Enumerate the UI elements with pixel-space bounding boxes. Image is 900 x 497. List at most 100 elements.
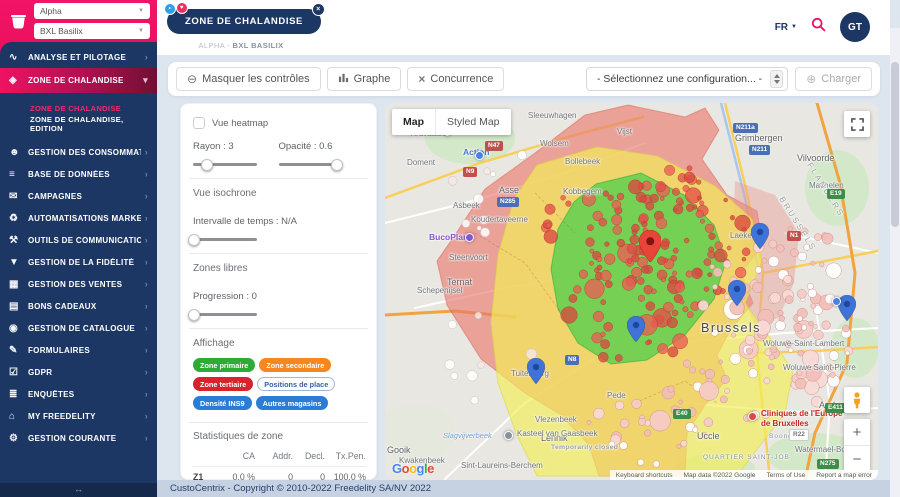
interval-slider[interactable] [193,238,257,241]
heatmap-label: Vue heatmap [212,118,268,129]
google-logo[interactable]: Google [392,461,434,476]
tab-badge-heart-icon: ♥ [176,2,188,14]
sidebar-item[interactable]: ⌂MY FREEDELITY› [0,405,157,427]
map-markers-layer [385,103,878,480]
selected-store-pin[interactable] [639,230,662,268]
chevron-icon: › [145,301,148,311]
map-zoom-control: + − [844,419,870,472]
configuration-select[interactable]: - Sélectionnez une configuration... - [586,67,788,91]
competition-button[interactable]: ×Concurrence [407,67,504,91]
store-pin[interactable] [751,223,769,254]
pegman-icon [851,392,863,409]
poi-shopping[interactable] [832,297,841,306]
page-scrollbar[interactable] [890,28,900,497]
heatmap-checkbox[interactable] [193,117,205,129]
zoom-out-button[interactable]: − [844,445,870,472]
pegman-control[interactable] [844,387,870,413]
sidebar-collapse[interactable]: ↔ [0,483,157,497]
chevron-icon: › [145,191,148,201]
radius-slider[interactable] [193,163,257,166]
sidebar-item[interactable]: ▤BONS CADEAUX› [0,295,157,317]
sidebar-item[interactable]: ☻GESTION DES CONSOMMATEURS› [0,141,157,163]
fullscreen-icon [851,118,864,131]
sidebar-item[interactable]: ☑GDPR› [0,361,157,383]
sidebar-item[interactable]: ♻AUTOMATISATIONS MARKETING› [0,207,157,229]
layer-pill[interactable]: Autres magasins [256,396,329,410]
sidebar: Alpha▼ BXL Basilix▼ ∿ANALYSE ET PILOTAGE… [0,0,157,497]
map-tab-styled-map[interactable]: Styled Map [435,109,511,135]
attribution-link[interactable]: Keyboard shortcuts [616,472,673,479]
poi-castle[interactable] [504,431,513,440]
sidebar-item[interactable]: ≣ENQUÊTES› [0,383,157,405]
tab-badge-blue-icon: • [164,3,176,15]
stats-column-header: Addr. [255,448,293,467]
gdpr-icon: ☑ [9,367,28,378]
attribution-link[interactable]: Report a map error [816,472,872,479]
consumers-icon: ☻ [9,147,28,158]
sidebar-item[interactable]: ✉CAMPAGNES› [0,185,157,207]
layer-pill[interactable]: Densité INS9 [193,396,252,410]
opacity-slider[interactable] [279,163,343,166]
sidebar-item[interactable]: ◉GESTION DE CATALOGUE› [0,317,157,339]
attribution-link[interactable]: Terms of Use [766,472,805,479]
chevron-icon: › [145,433,148,443]
sidebar-item[interactable]: ✎FORMULAIRES› [0,339,157,361]
avatar[interactable]: GT [840,12,870,42]
scrollbar-thumb[interactable] [891,62,899,227]
radius-label: Rayon : 3 [193,141,279,152]
progression-slider[interactable] [193,313,257,316]
map-tab-map[interactable]: Map [392,109,435,135]
sidebar-item[interactable]: ▦GESTION DES VENTES› [0,273,157,295]
progression-slider-thumb[interactable] [188,309,200,321]
tab-close-icon[interactable]: × [312,3,325,16]
sidebar-item[interactable]: ⚙GESTION COURANTE› [0,427,157,449]
attribution-link[interactable]: Map data ©2022 Google [684,472,756,479]
stats-header-row: CAAddr.Decl.Tx.Pen. [193,448,366,467]
sidebar-item[interactable]: ⚒OUTILS DE COMMUNICATION› [0,229,157,251]
catchment-map[interactable]: SleeuwhagenKravaalbosVijstDomentActionWo… [385,103,878,480]
graph-button[interactable]: Graphe [327,67,402,91]
sidebar-subitem[interactable]: ZONE DE CHALANDISE, EDITION [0,116,157,132]
radius-slider-thumb[interactable] [201,159,213,171]
sidebar-item[interactable]: ▼GESTION DE LA FIDÉLITÉ› [0,251,157,273]
sidebar-item[interactable]: ∿ANALYSE ET PILOTAGE› [0,46,157,68]
store-pin[interactable] [527,358,545,389]
store-pin[interactable] [728,280,746,311]
layer-pill[interactable]: Positions de place [257,377,335,391]
sidebar-item-label: GESTION DE CATALOGUE [28,324,141,333]
cross-swords-icon: × [418,72,425,86]
store-select[interactable]: BXL Basilix▼ [34,23,150,39]
sidebar-subitem[interactable]: ZONE DE CHALANDISE [0,100,157,116]
opacity-slider-thumb[interactable] [331,159,343,171]
poi-action[interactable] [475,151,484,160]
language-dropdown[interactable]: FR▼ [775,22,797,33]
layer-pill[interactable]: Zone secondaire [259,358,331,372]
isochrone-section-label: Vue isochrone [193,188,364,199]
management-icon: ⚙ [9,433,28,444]
catalog-icon: ◉ [9,323,28,334]
tab-zone-de-chalandise[interactable]: • ♥ ZONE DE CHALANDISE × [167,9,321,34]
toolbar-left: ⊖Masquer les contrôles Graphe ×Concurren… [176,67,504,91]
sidebar-item-label: ANALYSE ET PILOTAGE [28,53,141,62]
topbar: • ♥ ZONE DE CHALANDISE × ALPHA - BXL BAS… [157,0,890,55]
sidebar-item-label: AUTOMATISATIONS MARKETING [28,214,141,223]
poi-bucoplant[interactable] [465,233,474,242]
sidebar-item-label: GESTION DES VENTES [28,280,141,289]
zoom-in-button[interactable]: + [844,419,870,445]
google-logo-letter: o [402,461,409,476]
search-icon[interactable] [811,17,826,37]
interval-slider-thumb[interactable] [188,234,200,246]
sidebar-item[interactable]: ◈ZONE DE CHALANDISE▾ [0,68,157,93]
poi-hospital[interactable] [748,412,757,421]
fullscreen-button[interactable] [844,111,870,137]
store-pin[interactable] [838,295,856,326]
layer-pill[interactable]: Zone primaire [193,358,255,372]
layer-pill[interactable]: Zone tertiaire [193,377,253,391]
environment-select[interactable]: Alpha▼ [34,3,150,19]
hide-controls-button[interactable]: ⊖Masquer les contrôles [176,67,321,91]
sidebar-item[interactable]: ≡BASE DE DONNÉES› [0,163,157,185]
chevron-down-icon: ▼ [138,28,144,34]
map-controls-panel: Vue heatmap Rayon : 3 Opacité : 0.6 Vue … [180,103,377,480]
load-button[interactable]: ⊕Charger [795,67,872,91]
store-pin[interactable] [627,316,645,347]
